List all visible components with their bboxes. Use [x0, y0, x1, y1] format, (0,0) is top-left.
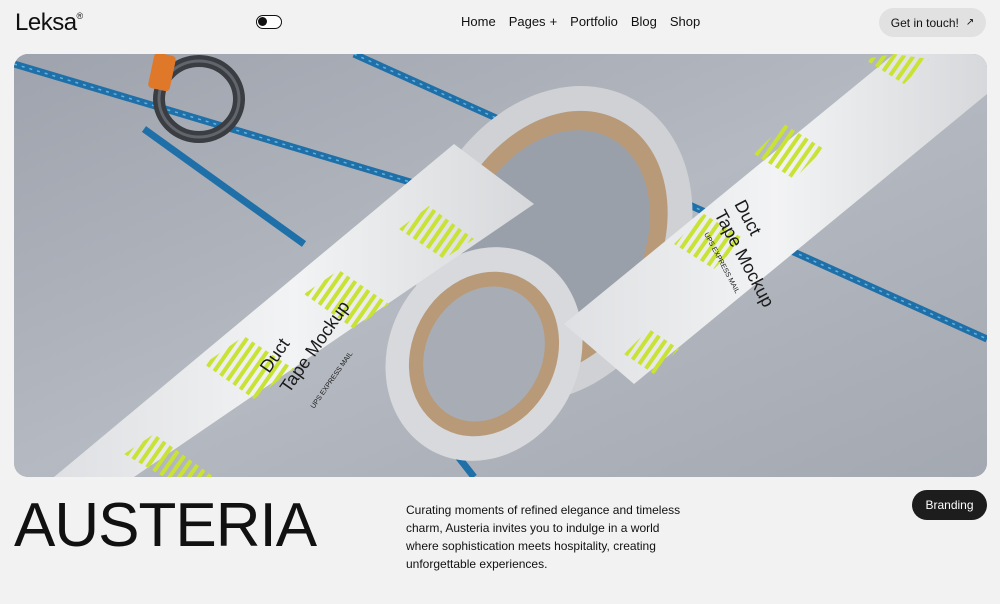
- plus-icon: +: [549, 14, 558, 29]
- project-description: Curating moments of refined elegance and…: [406, 503, 681, 571]
- duct-tape-mockup-illustration: Duct Tape Mockup UPS EXPRESS MAIL Duct T…: [14, 54, 987, 477]
- nav-item-shop[interactable]: Shop: [670, 14, 700, 29]
- project-title: AUSTERIA: [14, 491, 317, 560]
- nav-item-pages[interactable]: Pages +: [509, 14, 557, 29]
- hero-image[interactable]: Duct Tape Mockup UPS EXPRESS MAIL Duct T…: [14, 54, 987, 477]
- cta-label: Get in touch!: [890, 15, 959, 30]
- get-in-touch-button[interactable]: Get in touch! ↗: [879, 8, 986, 37]
- main-nav: Home Pages + Portfolio Blog Shop: [461, 14, 713, 29]
- nav-item-portfolio[interactable]: Portfolio: [570, 14, 618, 29]
- nav-item-label: Blog: [630, 14, 657, 29]
- theme-toggle[interactable]: [256, 15, 282, 29]
- nav-item-home[interactable]: Home: [461, 14, 496, 29]
- nav-item-label: Home: [461, 14, 496, 29]
- nav-item-blog[interactable]: Blog: [631, 14, 657, 29]
- nav-item-label: Pages: [508, 14, 546, 29]
- logo-registered-mark: ®: [76, 11, 84, 21]
- category-tag-button[interactable]: Branding: [912, 490, 987, 520]
- arrow-up-right-icon: ↗: [965, 17, 975, 28]
- logo-text: Leksa: [15, 9, 77, 36]
- site-logo[interactable]: Leksa®: [15, 9, 83, 37]
- toggle-knob: [258, 17, 267, 26]
- category-tag-label: Branding: [925, 498, 974, 512]
- nav-item-label: Portfolio: [570, 14, 618, 29]
- nav-item-label: Shop: [669, 14, 701, 29]
